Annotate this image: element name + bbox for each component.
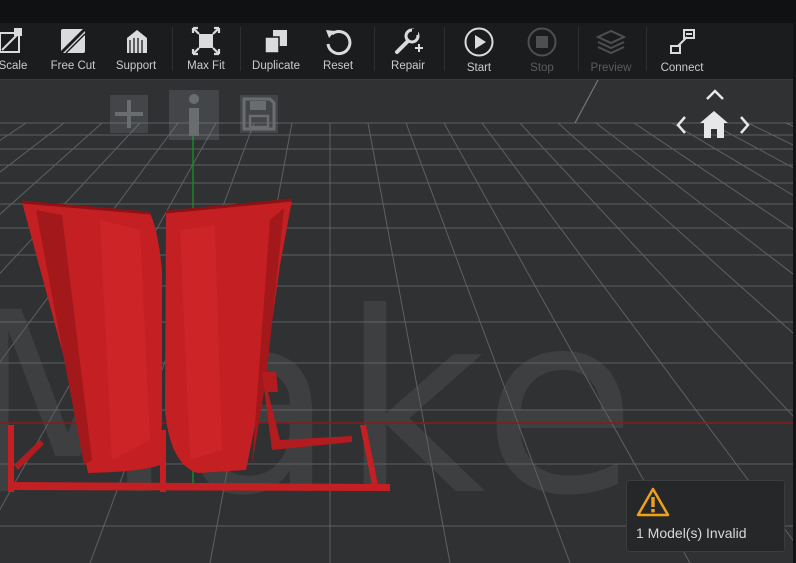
info-icon: [189, 94, 199, 136]
3d-model[interactable]: [8, 198, 390, 492]
stop-label: Stop: [530, 62, 554, 74]
add-model-button[interactable]: [110, 95, 148, 133]
view-navigation: [670, 80, 760, 150]
duplicate-label: Duplicate: [252, 60, 300, 72]
connect-button[interactable]: Connect: [656, 23, 708, 79]
repair-label: Repair: [391, 60, 425, 72]
grid-line: [0, 122, 27, 142]
warning-icon: [636, 487, 670, 521]
toolbar-divider: [374, 27, 375, 71]
start-button[interactable]: Start: [458, 23, 500, 79]
model-warning-toast[interactable]: 1 Model(s) Invalid: [626, 480, 785, 552]
floppy-disk-icon: [242, 97, 276, 131]
preview-label: Preview: [590, 62, 632, 74]
max-fit-icon: [191, 26, 221, 56]
build-volume-edge: [574, 80, 599, 124]
scale-icon: [0, 28, 22, 53]
view-left-button[interactable]: [674, 114, 688, 140]
connect-label: Connect: [660, 62, 704, 74]
repair-icon: [395, 28, 423, 54]
reset-icon: [326, 30, 352, 56]
support-button[interactable]: Support: [112, 23, 160, 79]
scale-label: Scale: [0, 60, 28, 72]
stop-icon: [527, 27, 557, 57]
connect-icon: [670, 29, 695, 54]
duplicate-button[interactable]: Duplicate: [250, 23, 302, 79]
free-cut-button[interactable]: Free Cut: [46, 23, 100, 79]
info-button[interactable]: [169, 90, 219, 140]
warning-message: 1 Model(s) Invalid: [636, 525, 747, 541]
grid-line: [405, 122, 571, 563]
toolbar-divider: [444, 27, 445, 71]
layers-icon: [595, 29, 627, 55]
play-icon: [464, 27, 494, 57]
repair-button[interactable]: Repair: [386, 23, 430, 79]
support-icon: [127, 30, 147, 53]
toolbar-divider: [578, 27, 579, 71]
support-label: Support: [115, 60, 157, 72]
scale-button[interactable]: Scale: [0, 23, 30, 79]
left-arrow-icon: [676, 116, 686, 134]
max-fit-label: Max Fit: [187, 60, 225, 72]
plus-icon: [115, 100, 143, 128]
start-label: Start: [466, 62, 492, 74]
reset-label: Reset: [322, 60, 354, 72]
duplicate-icon: [264, 30, 287, 54]
toolbar-divider: [240, 27, 241, 71]
view-home-button[interactable]: [698, 108, 730, 144]
save-button[interactable]: [240, 95, 278, 133]
max-fit-button[interactable]: Max Fit: [182, 23, 230, 79]
free-cut-label: Free Cut: [50, 60, 96, 72]
view-up-button[interactable]: [704, 86, 726, 105]
toolbar-divider: [646, 27, 647, 71]
home-icon: [700, 111, 728, 138]
title-strip: [0, 0, 796, 24]
grid-line: [0, 122, 65, 173]
preview-button[interactable]: Preview: [588, 23, 634, 79]
main-toolbar: Scale Free Cut Support Max Fit Duplicate: [0, 23, 796, 80]
view-right-button[interactable]: [738, 114, 752, 140]
3d-viewport[interactable]: Make 1 Model(s) Invalid: [0, 80, 796, 563]
stop-button[interactable]: Stop: [522, 23, 562, 79]
reset-button[interactable]: Reset: [316, 23, 360, 79]
right-arrow-icon: [740, 116, 750, 134]
toolbar-divider: [172, 27, 173, 71]
free-cut-icon: [59, 27, 87, 55]
up-arrow-icon: [706, 89, 724, 100]
grid-line: [367, 122, 451, 563]
